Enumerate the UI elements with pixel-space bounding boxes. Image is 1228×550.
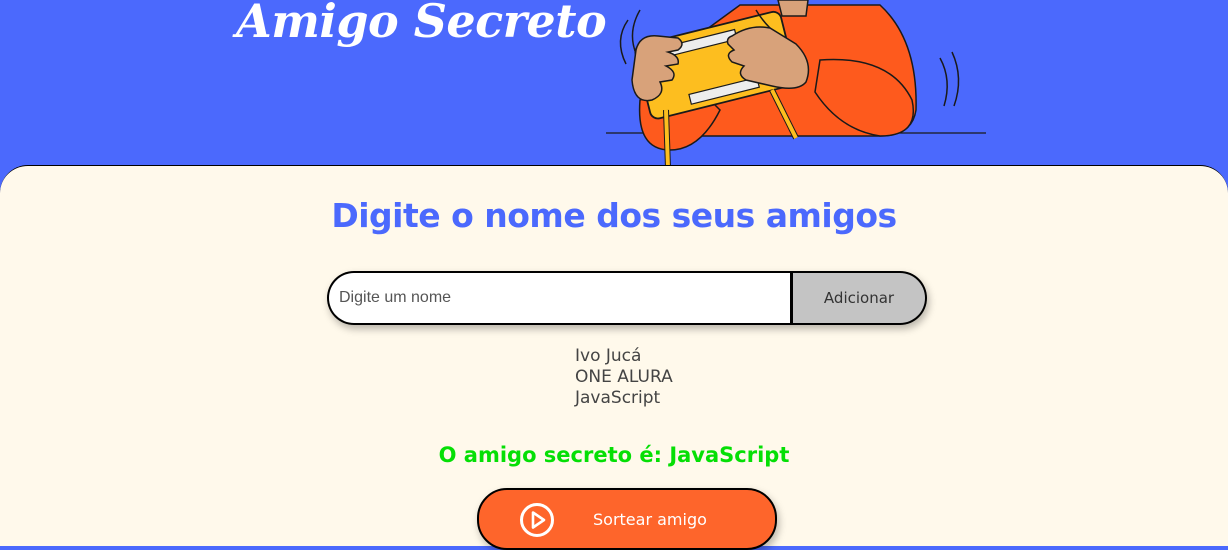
input-group: Adicionar — [327, 271, 927, 325]
add-button[interactable]: Adicionar — [790, 271, 927, 325]
result-text: O amigo secreto é: JavaScript — [438, 443, 790, 467]
list-item: Ivo Jucá — [575, 346, 642, 366]
section-title: Digite o nome dos seus amigos — [331, 196, 897, 235]
main-panel: Digite o nome dos seus amigos Adicionar … — [0, 165, 1228, 550]
name-input[interactable] — [327, 271, 793, 325]
draw-button[interactable]: Sortear amigo — [477, 488, 777, 550]
draw-button-label: Sortear amigo — [593, 510, 707, 529]
list-item: JavaScript — [575, 388, 661, 408]
app-title: Amigo Secreto — [236, 0, 607, 48]
header: Amigo Secreto — [0, 0, 1228, 170]
person-playing-game-illustration — [606, 0, 986, 168]
friends-list: Ivo Jucá ONE ALURA JavaScript — [575, 346, 673, 409]
list-item: ONE ALURA — [575, 367, 673, 387]
play-circle-icon — [520, 503, 554, 537]
